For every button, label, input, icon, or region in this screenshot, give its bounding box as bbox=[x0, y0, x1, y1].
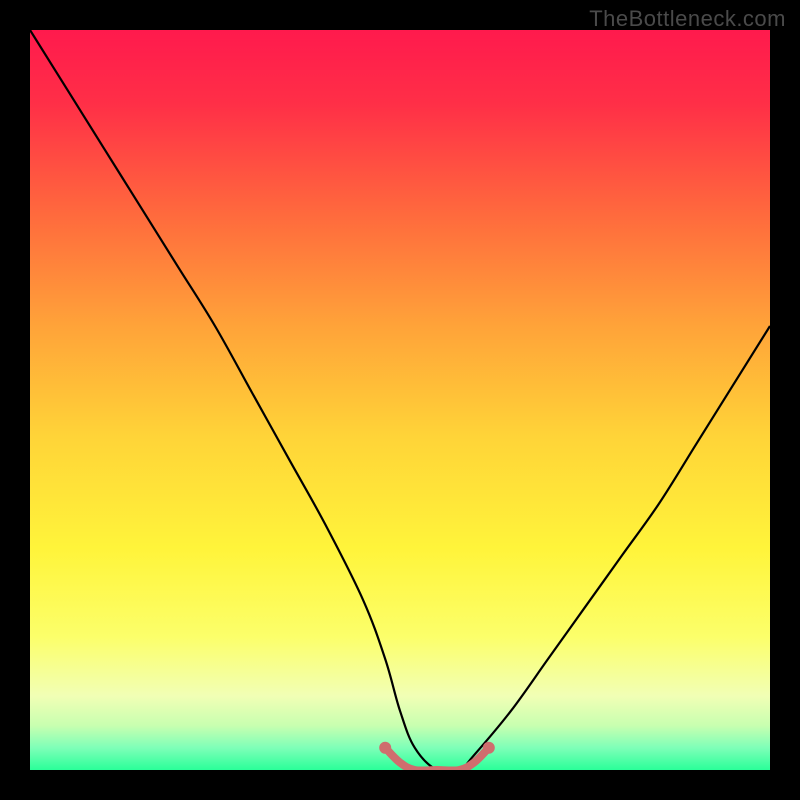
watermark-text: TheBottleneck.com bbox=[589, 6, 786, 32]
bottleneck-chart bbox=[30, 30, 770, 770]
chart-background bbox=[30, 30, 770, 770]
chart-svg bbox=[30, 30, 770, 770]
